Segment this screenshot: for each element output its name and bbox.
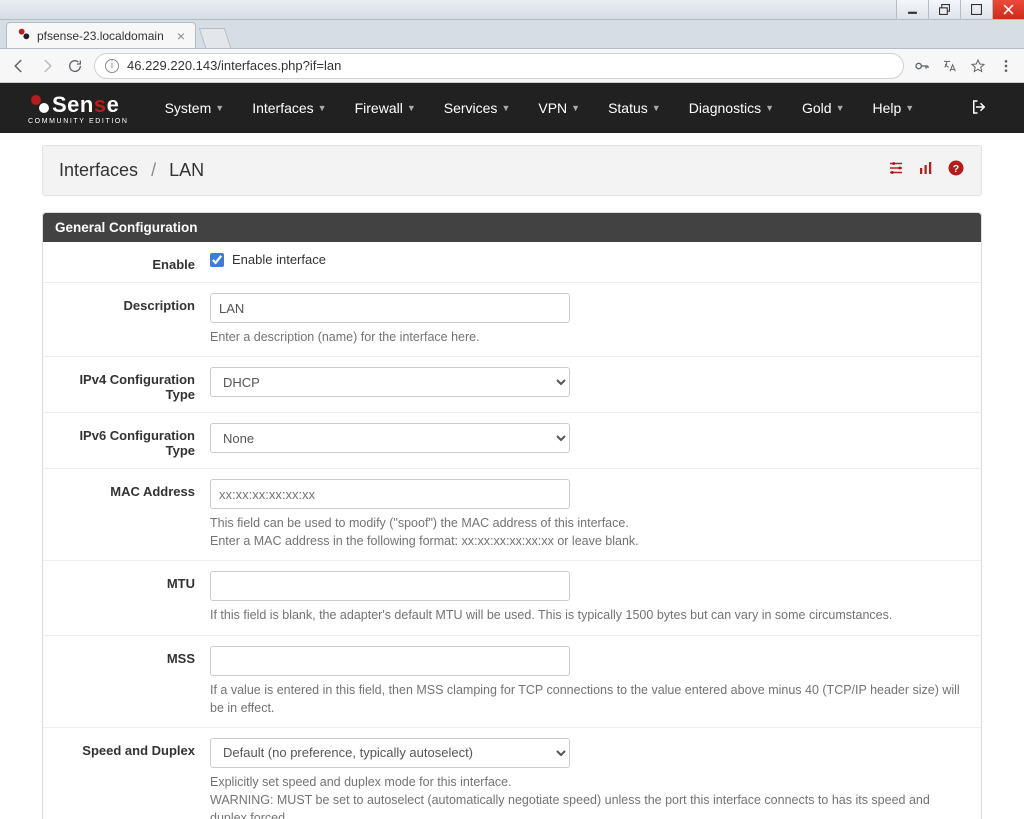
ipv6-config-select[interactable]: None (210, 423, 570, 453)
reload-button[interactable] (66, 57, 84, 75)
chevron-down-icon: ▼ (571, 103, 580, 113)
breadcrumb: Interfaces / LAN (59, 160, 204, 181)
label-enable: Enable (55, 252, 210, 272)
nav-vpn[interactable]: VPN ▼ (524, 83, 594, 133)
mss-help: If a value is entered in this field, the… (210, 681, 969, 717)
description-help: Enter a description (name) for the inter… (210, 328, 969, 346)
nav-diagnostics-label: Diagnostics (689, 100, 761, 116)
enable-interface-text: Enable interface (232, 252, 326, 267)
breadcrumb-leaf: LAN (169, 160, 204, 180)
nav-help[interactable]: Help▼ (859, 83, 929, 133)
enable-interface-checkbox-label[interactable]: Enable interface (210, 252, 969, 267)
nav-gold-label: Gold (802, 100, 832, 116)
ipv4-config-select[interactable]: DHCP (210, 367, 570, 397)
panel-heading: General Configuration (43, 213, 981, 242)
address-bar[interactable]: i 46.229.220.143/interfaces.php?if=lan (94, 53, 904, 79)
nav-status[interactable]: Status ▼ (594, 83, 675, 133)
help-question-icon[interactable]: ? (947, 159, 965, 182)
speed-duplex-select[interactable]: Default (no preference, typically autose… (210, 738, 570, 768)
bookmark-star-icon[interactable] (970, 58, 986, 74)
browser-menu-icon[interactable] (998, 58, 1014, 74)
enable-interface-checkbox[interactable] (210, 253, 224, 267)
nav-firewall[interactable]: Firewall ▼ (341, 83, 430, 133)
mac-address-input[interactable] (210, 479, 570, 509)
nav-diagnostics[interactable]: Diagnostics ▼ (675, 83, 788, 133)
logo-text-1: Sen (52, 94, 94, 116)
nav-interfaces[interactable]: Interfaces ▼ (238, 83, 340, 133)
password-key-icon[interactable] (914, 58, 930, 74)
nav-gold[interactable]: Gold ▼ (788, 83, 859, 133)
chevron-down-icon: ▼ (215, 103, 224, 113)
pfsense-logo-icon (28, 92, 52, 116)
breadcrumb-separator: / (151, 160, 156, 180)
browser-tab-strip: pfsense-23.localdomain × (0, 20, 1024, 49)
nav-vpn-label: VPN (538, 100, 567, 116)
tab-close-button[interactable]: × (177, 29, 185, 43)
window-maximize-button[interactable] (960, 0, 992, 19)
description-input[interactable] (210, 293, 570, 323)
speed-help: Explicitly set speed and duplex mode for… (210, 773, 969, 819)
nav-menu: System▼ Interfaces▼ Firewall▼ Services▼ … (151, 83, 929, 133)
logo-text-2: e (107, 94, 120, 116)
chevron-down-icon: ▼ (407, 103, 416, 113)
sliders-icon[interactable] (887, 159, 905, 182)
app-navbar: Sense COMMUNITY EDITION System▼ Interfac… (0, 83, 1024, 133)
mtu-input[interactable] (210, 571, 570, 601)
label-speed-duplex: Speed and Duplex (55, 738, 210, 758)
svg-text:?: ? (953, 163, 959, 175)
tab-title: pfsense-23.localdomain (37, 29, 164, 43)
chevron-down-icon: ▼ (765, 103, 774, 113)
nav-help-label: Help (873, 100, 902, 116)
browser-toolbar: i 46.229.220.143/interfaces.php?if=lan (0, 49, 1024, 83)
label-mss: MSS (55, 646, 210, 666)
status-graph-icon[interactable] (917, 159, 935, 182)
panel-general-configuration: General Configuration Enable Enable inte… (42, 212, 982, 819)
pfsense-favicon-icon (17, 27, 31, 44)
nav-status-label: Status (608, 100, 648, 116)
chevron-down-icon: ▼ (836, 103, 845, 113)
label-ipv4-type: IPv4 Configuration Type (55, 367, 210, 402)
back-button[interactable] (10, 57, 28, 75)
nav-system[interactable]: System▼ (151, 83, 239, 133)
nav-services-label: Services (444, 100, 498, 116)
app-logo[interactable]: Sense COMMUNITY EDITION (28, 92, 129, 125)
window-titlebar (0, 0, 1024, 20)
chevron-down-icon: ▼ (501, 103, 510, 113)
forward-button[interactable] (38, 57, 56, 75)
translate-icon[interactable] (942, 58, 958, 74)
logo-text-red: s (94, 94, 107, 116)
label-mac: MAC Address (55, 479, 210, 499)
new-tab-button[interactable] (199, 28, 231, 48)
nav-interfaces-label: Interfaces (252, 100, 313, 116)
nav-services[interactable]: Services▼ (430, 83, 525, 133)
mss-input[interactable] (210, 646, 570, 676)
logout-icon (970, 98, 988, 116)
logout-button[interactable] (964, 98, 994, 119)
site-info-icon[interactable]: i (105, 59, 119, 73)
mac-help: This field can be used to modify ("spoof… (210, 514, 969, 550)
chevron-down-icon: ▼ (652, 103, 661, 113)
chevron-down-icon: ▼ (318, 103, 327, 113)
window-close-button[interactable] (992, 0, 1024, 19)
window-restore-button[interactable] (928, 0, 960, 19)
logo-subtitle: COMMUNITY EDITION (28, 118, 129, 125)
label-mtu: MTU (55, 571, 210, 591)
browser-tab[interactable]: pfsense-23.localdomain × (6, 22, 196, 48)
breadcrumb-root[interactable]: Interfaces (59, 160, 138, 180)
chevron-down-icon: ▼ (905, 103, 914, 113)
nav-system-label: System (165, 100, 212, 116)
page-header: Interfaces / LAN ? (42, 145, 982, 196)
nav-firewall-label: Firewall (355, 100, 403, 116)
window-minimize-button[interactable] (896, 0, 928, 19)
label-ipv6-type: IPv6 Configuration Type (55, 423, 210, 458)
label-description: Description (55, 293, 210, 313)
url-text: 46.229.220.143/interfaces.php?if=lan (127, 58, 341, 73)
mtu-help: If this field is blank, the adapter's de… (210, 606, 969, 624)
